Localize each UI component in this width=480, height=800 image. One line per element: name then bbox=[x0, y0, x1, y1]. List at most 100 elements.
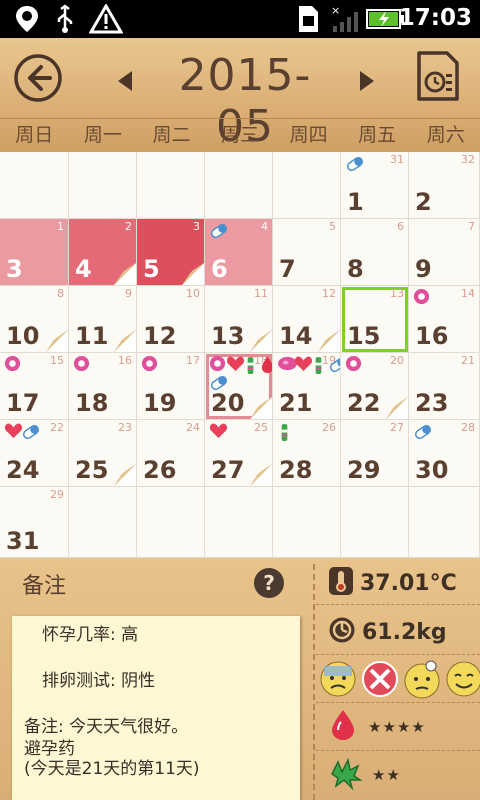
day-number: 18 bbox=[75, 389, 109, 417]
divider bbox=[316, 750, 480, 751]
test-strip-icon bbox=[243, 355, 261, 374]
note-corner-icon bbox=[114, 464, 136, 486]
day-number: 6 bbox=[211, 255, 228, 283]
calendar-day[interactable]: 15 17 bbox=[0, 353, 69, 420]
flower-icon bbox=[141, 355, 159, 373]
calendar-day[interactable]: 31 1 bbox=[341, 152, 409, 219]
flower-icon bbox=[277, 355, 297, 373]
weekday-row: 周日 周一 周二 周三 周四 周五 周六 bbox=[0, 118, 480, 152]
calendar-day[interactable]: 79 bbox=[409, 219, 480, 286]
calendar-day[interactable]: 20 22 bbox=[341, 353, 409, 420]
report-icon[interactable] bbox=[412, 50, 464, 102]
calendar-day[interactable]: 11 13 bbox=[205, 286, 273, 353]
heart-icon bbox=[294, 355, 313, 373]
calendar-day[interactable]: 68 bbox=[341, 219, 409, 286]
calendar-empty-cell bbox=[0, 152, 69, 219]
cycle-day-label: 23 bbox=[118, 421, 132, 434]
day-number: 4 bbox=[75, 255, 92, 283]
cycle-day-label: 28 bbox=[461, 421, 475, 434]
day-number: 21 bbox=[279, 389, 313, 417]
cycle-day-label: 32 bbox=[461, 153, 475, 166]
calendar-day[interactable]: 22 24 bbox=[0, 420, 69, 487]
calendar-day[interactable]: 46 bbox=[205, 219, 273, 286]
day-number: 9 bbox=[415, 255, 432, 283]
weight-stat[interactable]: 61.2kg bbox=[328, 616, 447, 648]
cycle-day-label: 24 bbox=[186, 421, 200, 434]
signal-icon: × bbox=[328, 4, 362, 34]
pill-icon bbox=[328, 355, 340, 373]
cycle-day-label: 26 bbox=[322, 421, 336, 434]
sad-face-icon bbox=[320, 661, 356, 697]
cycle-day-label: 12 bbox=[322, 287, 336, 300]
mood-row[interactable] bbox=[318, 658, 480, 700]
help-button[interactable]: ? bbox=[254, 568, 284, 598]
pill-icon bbox=[21, 422, 40, 440]
warning-icon bbox=[88, 4, 124, 34]
weekday-label: 周二 bbox=[152, 124, 191, 146]
calendar-day[interactable]: 13 15 bbox=[341, 286, 409, 353]
panel-divider bbox=[313, 564, 315, 800]
calendar-day[interactable]: 12 14 bbox=[273, 286, 341, 353]
cross-icon bbox=[362, 661, 398, 697]
calendar-empty-cell bbox=[273, 152, 341, 219]
weekday-label: 周一 bbox=[83, 124, 122, 146]
calendar-day[interactable]: 35 bbox=[137, 219, 205, 286]
cycle-day-label: 20 bbox=[390, 354, 404, 367]
calendar-day[interactable]: 10 12 bbox=[137, 286, 205, 353]
flow-stat[interactable]: ★★★★ bbox=[328, 708, 426, 746]
cycle-day-label: 4 bbox=[261, 220, 268, 233]
cycle-day-label: 6 bbox=[397, 220, 404, 233]
cycle-day-label: 27 bbox=[390, 421, 404, 434]
calendar-day[interactable]: 25 27 bbox=[205, 420, 273, 487]
day-number: 20 bbox=[211, 389, 245, 417]
pain-stat[interactable]: ★★ bbox=[328, 756, 401, 794]
flower-icon bbox=[209, 355, 227, 373]
calendar-day[interactable]: 19 21 bbox=[273, 353, 341, 420]
day-number: 29 bbox=[347, 456, 381, 484]
calendar-day[interactable]: 24 26 bbox=[137, 420, 205, 487]
day-number: 22 bbox=[347, 389, 381, 417]
thermometer-icon bbox=[328, 566, 354, 600]
calendar-day[interactable]: 23 25 bbox=[69, 420, 137, 487]
flow-stars: ★★★★ bbox=[368, 718, 426, 736]
temperature-stat[interactable]: 37.01°C bbox=[328, 566, 457, 600]
note-corner-icon bbox=[250, 397, 272, 419]
calendar-day[interactable]: 8 10 bbox=[0, 286, 69, 353]
location-pin-icon bbox=[10, 4, 44, 34]
cycle-day-label: 2 bbox=[125, 220, 132, 233]
calendar-day[interactable]: 26 28 bbox=[273, 420, 341, 487]
note-corner-icon bbox=[114, 263, 136, 285]
calendar-day[interactable]: 27 29 bbox=[341, 420, 409, 487]
calendar-header: 2015-05 周日 周一 周二 周三 周四 周五 周六 bbox=[0, 38, 480, 152]
calendar-day[interactable]: 18 20 bbox=[205, 353, 273, 420]
calendar-day[interactable]: 24 bbox=[69, 219, 137, 286]
note-line: 避孕药 bbox=[24, 739, 75, 759]
calendar-day[interactable]: 28 30 bbox=[409, 420, 480, 487]
note-corner-icon bbox=[46, 330, 68, 352]
notes-card[interactable]: 怀孕几率: 高 排卵测试: 阴性 备注: 今天天气很好。 避孕药 (今天是21天… bbox=[12, 616, 300, 800]
divider bbox=[316, 604, 480, 605]
weekday-label: 周三 bbox=[221, 124, 260, 146]
calendar-day[interactable]: 29 31 bbox=[0, 487, 69, 558]
calendar-day[interactable]: 32 2 bbox=[409, 152, 480, 219]
test-strip-icon bbox=[311, 355, 329, 374]
flower-icon bbox=[73, 355, 91, 373]
note-line bbox=[42, 647, 288, 670]
calendar-day[interactable]: 14 16 bbox=[409, 286, 480, 353]
calendar-day[interactable]: 16 18 bbox=[69, 353, 137, 420]
cycle-day-label: 1 bbox=[57, 220, 64, 233]
calendar-day[interactable]: 13 bbox=[0, 219, 69, 286]
cycle-day-label: 3 bbox=[193, 220, 200, 233]
prev-month-icon[interactable] bbox=[110, 66, 140, 96]
back-arrow-icon[interactable] bbox=[12, 52, 64, 104]
flower-icon bbox=[345, 355, 363, 373]
next-month-icon[interactable] bbox=[352, 66, 382, 96]
day-number: 1 bbox=[347, 188, 364, 216]
calendar-day[interactable]: 17 19 bbox=[137, 353, 205, 420]
calendar-day[interactable]: 21 23 bbox=[409, 353, 480, 420]
blood-drop-icon bbox=[260, 355, 272, 373]
pill-icon bbox=[413, 422, 432, 440]
pill-icon bbox=[209, 373, 228, 391]
calendar-day[interactable]: 57 bbox=[273, 219, 341, 286]
calendar-day[interactable]: 9 11 bbox=[69, 286, 137, 353]
